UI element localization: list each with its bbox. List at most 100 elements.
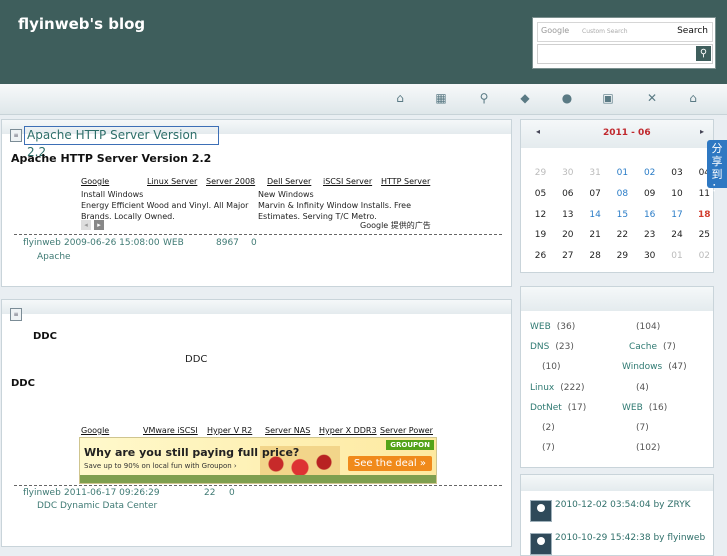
calendar-day[interactable]: 07 bbox=[582, 189, 609, 199]
meta-comments[interactable]: 0 bbox=[229, 488, 235, 498]
category-name[interactable]: Cache bbox=[629, 342, 657, 352]
category-item[interactable]: WEB (16) bbox=[622, 403, 667, 413]
calendar-day[interactable]: 30 bbox=[636, 251, 663, 261]
home-icon[interactable]: ⌂ bbox=[392, 90, 408, 106]
ad-link[interactable]: HTTP Server bbox=[381, 177, 430, 186]
post-title-link[interactable]: Apache HTTP Server Version 2.2 bbox=[24, 126, 219, 159]
category-name[interactable]: WEB bbox=[622, 403, 643, 413]
calendar-day[interactable]: 28 bbox=[582, 251, 609, 261]
meta-category[interactable]: WEB bbox=[163, 238, 184, 248]
ad-footer[interactable]: Google 提供的广告 bbox=[360, 220, 431, 231]
tools-icon[interactable]: ✕ bbox=[644, 90, 660, 106]
calendar-day[interactable]: 31 bbox=[582, 168, 609, 178]
ad-link[interactable]: Server 2008 bbox=[206, 177, 255, 186]
category-item[interactable]: Windows (47) bbox=[622, 362, 687, 372]
category-item[interactable]: Linux (222) bbox=[530, 383, 584, 393]
category-name[interactable]: DNS bbox=[530, 342, 549, 352]
calendar-icon[interactable]: ▦ bbox=[433, 90, 449, 106]
avatar[interactable] bbox=[530, 533, 552, 555]
category-name[interactable]: DotNet bbox=[530, 403, 562, 413]
calendar-day[interactable]: 05 bbox=[527, 189, 554, 199]
home-icon[interactable]: ⌂ bbox=[685, 90, 701, 106]
ad-link[interactable]: Google bbox=[81, 426, 109, 435]
category-item[interactable]: WEB (36) bbox=[530, 322, 575, 332]
calendar-day[interactable]: 08 bbox=[609, 189, 636, 199]
blog-title[interactable]: flyinweb's blog bbox=[18, 15, 145, 33]
search-icon[interactable]: ⚲ bbox=[476, 90, 492, 106]
category-item[interactable]: DotNet (17) bbox=[530, 403, 586, 413]
meta-comments[interactable]: 0 bbox=[251, 238, 257, 248]
ad-link[interactable]: VMware iSCSI bbox=[143, 426, 198, 435]
search-input[interactable]: Google Custom Search Search bbox=[537, 22, 713, 42]
next-month-icon[interactable]: ▸ bbox=[700, 127, 704, 136]
ad-link[interactable]: Server NAS bbox=[265, 426, 310, 435]
category-item[interactable]: DNS (23) bbox=[530, 342, 574, 352]
ad-left[interactable]: Install Windows Energy Efficient Wood an… bbox=[81, 189, 251, 222]
calendar-day[interactable]: 01 bbox=[609, 168, 636, 178]
calendar-day[interactable]: 14 bbox=[582, 210, 609, 220]
category-item[interactable]: (10) bbox=[542, 362, 560, 372]
category-name[interactable]: WEB bbox=[530, 322, 551, 332]
calendar-day[interactable]: 23 bbox=[636, 230, 663, 240]
post-tag[interactable]: Apache bbox=[37, 252, 71, 262]
avatar[interactable] bbox=[530, 500, 552, 522]
calendar-day[interactable]: 17 bbox=[664, 210, 691, 220]
groupon-banner-ad[interactable]: Why are you still paying full price? Sav… bbox=[79, 437, 437, 484]
calendar-day[interactable]: 06 bbox=[554, 189, 581, 199]
calendar-day[interactable]: 29 bbox=[609, 251, 636, 261]
calendar-day[interactable]: 26 bbox=[527, 251, 554, 261]
ad-link[interactable]: Server Power bbox=[380, 426, 433, 435]
ad-link[interactable]: Dell Server bbox=[267, 177, 311, 186]
calendar-day[interactable]: 27 bbox=[554, 251, 581, 261]
category-item[interactable]: (102) bbox=[636, 443, 660, 453]
prev-month-icon[interactable]: ◂ bbox=[536, 127, 540, 136]
calendar-day[interactable]: 16 bbox=[636, 210, 663, 220]
calendar-day[interactable]: 19 bbox=[527, 230, 554, 240]
calendar-day[interactable]: 21 bbox=[582, 230, 609, 240]
category-item[interactable]: (104) bbox=[636, 322, 660, 332]
calendar-day[interactable]: 09 bbox=[636, 189, 663, 199]
recent-comment[interactable]: 2010-10-29 15:42:38 by flyinweb bbox=[555, 533, 705, 543]
calendar-day[interactable]: 01 bbox=[664, 251, 691, 261]
category-item[interactable]: Cache (7) bbox=[629, 342, 676, 352]
calendar-day[interactable]: 02 bbox=[636, 168, 663, 178]
ad-right[interactable]: New Windows Marvin & Infinity Window Ins… bbox=[258, 189, 428, 222]
share-tab[interactable]: 分享到： bbox=[707, 140, 727, 194]
ad-prev-icon[interactable]: ◂ bbox=[81, 220, 91, 230]
calendar-day[interactable]: 10 bbox=[664, 189, 691, 199]
ad-right-title[interactable]: New Windows bbox=[258, 189, 428, 200]
search-field[interactable]: ⚲ bbox=[537, 44, 713, 64]
calendar-day[interactable]: 22 bbox=[609, 230, 636, 240]
calendar-day[interactable]: 12 bbox=[527, 210, 554, 220]
search-go-icon[interactable]: ⚲ bbox=[696, 46, 711, 61]
ad-link[interactable]: Hyper V R2 bbox=[207, 426, 252, 435]
calendar-day[interactable]: 30 bbox=[554, 168, 581, 178]
ad-link[interactable]: Hyper X DDR3 bbox=[319, 426, 377, 435]
chat-icon[interactable]: ● bbox=[559, 90, 575, 106]
calendar-day[interactable]: 03 bbox=[664, 168, 691, 178]
ad-link[interactable]: Google bbox=[81, 177, 109, 186]
ad-next-icon[interactable]: ▸ bbox=[94, 220, 104, 230]
note-icon[interactable]: ▣ bbox=[600, 90, 616, 106]
calendar-day[interactable]: 29 bbox=[527, 168, 554, 178]
post-tag[interactable]: DDC Dynamic Data Center bbox=[37, 501, 157, 511]
calendar-day[interactable]: 02 bbox=[691, 251, 718, 261]
ad-link[interactable]: iSCSI Server bbox=[323, 177, 372, 186]
meta-author[interactable]: flyinweb bbox=[23, 488, 61, 498]
category-item[interactable]: (7) bbox=[636, 423, 649, 433]
tag-icon[interactable]: ◆ bbox=[517, 90, 533, 106]
calendar-day[interactable]: 13 bbox=[554, 210, 581, 220]
meta-author[interactable]: flyinweb bbox=[23, 238, 61, 248]
calendar-day[interactable]: 25 bbox=[691, 230, 718, 240]
recent-comment[interactable]: 2010-12-02 03:54:04 by ZRYK bbox=[555, 500, 691, 510]
category-name[interactable]: Windows bbox=[622, 362, 662, 372]
calendar-day[interactable]: 24 bbox=[664, 230, 691, 240]
calendar-day[interactable]: 18 bbox=[691, 210, 718, 220]
see-deal-button[interactable]: See the deal » bbox=[347, 456, 432, 471]
ad-left-title[interactable]: Install Windows bbox=[81, 189, 251, 200]
category-name[interactable]: Linux bbox=[530, 383, 554, 393]
search-button[interactable]: Search bbox=[677, 26, 708, 36]
category-item[interactable]: (2) bbox=[542, 423, 555, 433]
category-item[interactable]: (4) bbox=[636, 383, 649, 393]
calendar-day[interactable]: 15 bbox=[609, 210, 636, 220]
